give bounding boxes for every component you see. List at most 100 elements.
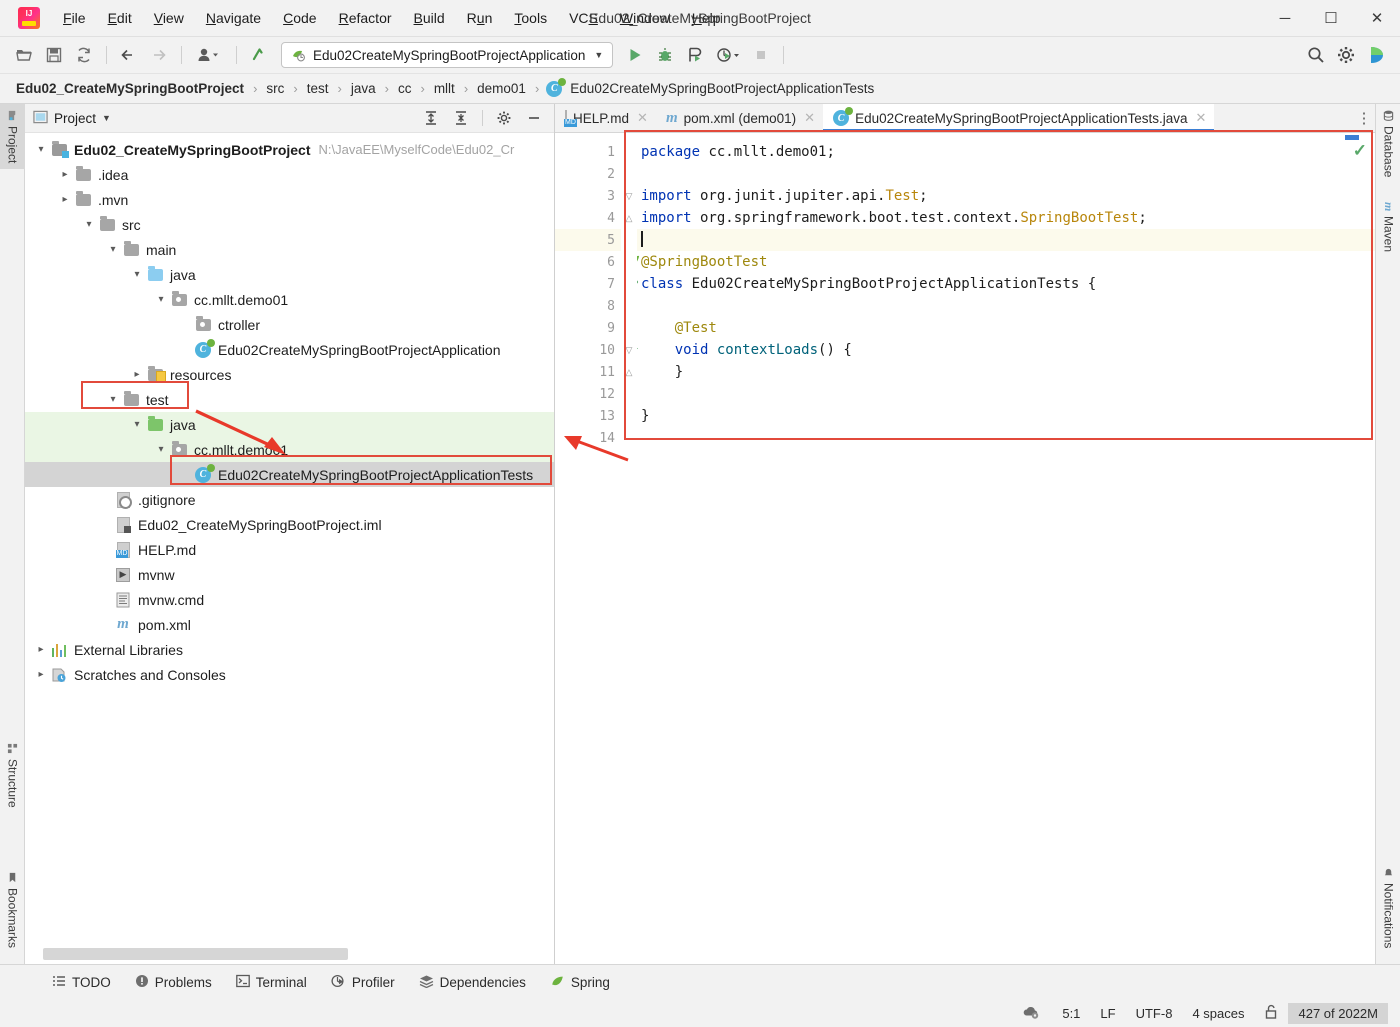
scrollbar-thumb[interactable] xyxy=(43,948,348,960)
bottom-item-problems[interactable]: Problems xyxy=(123,970,224,995)
chevron-down-icon[interactable]: ▾ xyxy=(129,419,145,430)
tree-row-project-root[interactable]: ▾ Edu02_CreateMySpringBootProject N:\Jav… xyxy=(25,137,554,162)
sidebar-item-bookmarks[interactable]: Bookmarks xyxy=(0,866,25,954)
chevron-right-icon[interactable]: ▸ xyxy=(129,369,145,380)
breadcrumb-item-demo01[interactable]: demo01 xyxy=(475,81,528,96)
cloud-settings-icon[interactable] xyxy=(1012,1001,1052,1026)
breadcrumb-item-cc[interactable]: cc xyxy=(396,81,414,96)
close-icon[interactable]: ✕ xyxy=(804,110,815,126)
tree-row-mvn[interactable]: ▸ .mvn xyxy=(25,187,554,212)
chevron-down-icon[interactable]: ▾ xyxy=(105,394,121,405)
project-horizontal-scrollbar[interactable] xyxy=(43,948,426,960)
chevron-down-icon[interactable]: ▾ xyxy=(105,244,121,255)
more-options-icon[interactable]: ⋮ xyxy=(1353,104,1375,132)
menu-vcs[interactable]: VCS xyxy=(558,6,609,30)
tree-row-ctroller[interactable]: ctroller xyxy=(25,312,554,337)
caret-position[interactable]: 5:1 xyxy=(1052,1003,1090,1024)
sidebar-item-structure[interactable]: Structure xyxy=(0,737,25,814)
chevron-right-icon[interactable]: ▸ xyxy=(33,644,49,655)
open-folder-icon[interactable] xyxy=(10,42,38,68)
menu-edit[interactable]: Edit xyxy=(97,6,143,30)
bottom-item-dependencies[interactable]: Dependencies xyxy=(407,970,538,995)
close-icon[interactable]: ✕ xyxy=(1196,110,1207,126)
bottom-item-terminal[interactable]: Terminal xyxy=(224,970,319,995)
fold-marker-imports-end[interactable]: △ xyxy=(621,207,637,229)
menu-refactor[interactable]: Refactor xyxy=(328,6,403,30)
menu-view[interactable]: View xyxy=(143,6,195,30)
ai-assistant-icon[interactable] xyxy=(1362,42,1390,68)
breadcrumb-item-test[interactable]: test xyxy=(305,81,331,96)
profiler-icon[interactable] xyxy=(711,42,745,68)
fold-column[interactable]: ▽ △ ▽ △ xyxy=(621,133,637,964)
chevron-right-icon[interactable]: ▸ xyxy=(57,169,73,180)
tree-row-test-java[interactable]: ▾ java xyxy=(25,412,554,437)
close-button[interactable]: ✕ xyxy=(1354,0,1400,36)
editor-vertical-scrollbar[interactable] xyxy=(1345,135,1359,140)
debug-icon[interactable] xyxy=(651,42,679,68)
menu-navigate[interactable]: Navigate xyxy=(195,6,272,30)
chevron-right-icon[interactable]: ▸ xyxy=(33,669,49,680)
fold-marker-method-end[interactable]: △ xyxy=(621,361,637,383)
bottom-item-spring[interactable]: Spring xyxy=(538,970,622,995)
tab-test-class[interactable]: C Edu02CreateMySpringBootProjectApplicat… xyxy=(823,104,1215,132)
breadcrumb-item-mllt[interactable]: mllt xyxy=(432,81,457,96)
menu-help[interactable]: Help xyxy=(681,6,732,30)
sidebar-item-project[interactable]: Project xyxy=(0,104,25,170)
tree-row-main[interactable]: ▾ main xyxy=(25,237,554,262)
save-icon[interactable] xyxy=(40,42,68,68)
gear-icon[interactable] xyxy=(1332,42,1360,68)
chevron-down-icon[interactable]: ▾ xyxy=(129,269,145,280)
collapse-all-icon[interactable] xyxy=(449,107,473,129)
line-separator[interactable]: LF xyxy=(1090,1003,1125,1024)
fold-marker-imports-start[interactable]: ▽ xyxy=(621,185,637,207)
menu-run[interactable]: Run xyxy=(456,6,504,30)
indent-setting[interactable]: 4 spaces xyxy=(1182,1003,1254,1024)
chevron-down-icon[interactable]: ▾ xyxy=(81,219,97,230)
sidebar-item-notifications[interactable]: Notifications xyxy=(1376,861,1400,954)
tree-row-main-java[interactable]: ▾ java xyxy=(25,262,554,287)
sync-icon[interactable] xyxy=(70,42,98,68)
menu-tools[interactable]: Tools xyxy=(503,6,558,30)
sidebar-item-database[interactable]: Database xyxy=(1376,104,1400,183)
updates-icon[interactable] xyxy=(245,42,273,68)
breadcrumb-item-src[interactable]: src xyxy=(264,81,286,96)
inspection-widget[interactable]: ✓ xyxy=(1353,141,1367,161)
run-icon[interactable] xyxy=(621,42,649,68)
run-with-coverage-icon[interactable] xyxy=(681,42,709,68)
run-configuration-selector[interactable]: Edu02CreateMySpringBootProjectApplicatio… xyxy=(281,42,614,68)
bottom-item-todo[interactable]: TODO xyxy=(40,970,123,995)
tree-row-mvnw-cmd[interactable]: mvnw.cmd xyxy=(25,587,554,612)
sidebar-item-maven[interactable]: m Maven xyxy=(1376,196,1400,258)
tree-row-src[interactable]: ▾ src xyxy=(25,212,554,237)
tree-row-test-package[interactable]: ▾ cc.mllt.demo01 xyxy=(25,437,554,462)
tree-row-mvnw[interactable]: ▶ mvnw xyxy=(25,562,554,587)
tree-row-application-class[interactable]: C Edu02CreateMySpringBootProjectApplicat… xyxy=(25,337,554,362)
maximize-button[interactable]: ☐ xyxy=(1308,0,1354,36)
editor-gutter[interactable]: 1 2 3 4 5 6 7 8 9 10 11 12 13 14 xyxy=(555,133,639,964)
menu-file[interactable]: File xyxy=(52,6,97,30)
chevron-down-icon[interactable]: ▾ xyxy=(153,294,169,305)
tree-row-pom-xml[interactable]: m pom.xml xyxy=(25,612,554,637)
chevron-down-icon[interactable]: ▾ xyxy=(33,144,49,155)
chevron-down-icon[interactable]: ▼ xyxy=(102,113,111,123)
hide-panel-icon[interactable] xyxy=(522,107,546,129)
chevron-right-icon[interactable]: ▸ xyxy=(57,194,73,205)
back-arrow-icon[interactable] xyxy=(115,42,143,68)
stop-icon[interactable] xyxy=(747,42,775,68)
forward-arrow-icon[interactable] xyxy=(145,42,173,68)
tree-row-external-libraries[interactable]: ▸ External Libraries xyxy=(25,637,554,662)
chevron-down-icon[interactable]: ▼ xyxy=(594,50,603,60)
unlocked-icon[interactable] xyxy=(1254,1001,1288,1026)
expand-all-icon[interactable] xyxy=(419,107,443,129)
menu-build[interactable]: Build xyxy=(403,6,456,30)
user-profile-icon[interactable] xyxy=(190,42,228,68)
code-text-area[interactable]: package cc.mllt.demo01; import org.junit… xyxy=(637,133,1375,964)
bottom-item-profiler[interactable]: Profiler xyxy=(319,970,407,995)
tree-row-test-class[interactable]: C Edu02CreateMySpringBootProjectApplicat… xyxy=(25,462,554,487)
tree-row-resources[interactable]: ▸ resources xyxy=(25,362,554,387)
fold-marker-method-start[interactable]: ▽ xyxy=(621,339,637,361)
file-encoding[interactable]: UTF-8 xyxy=(1126,1003,1183,1024)
close-icon[interactable]: ✕ xyxy=(637,110,648,126)
tree-row-idea[interactable]: ▸ .idea xyxy=(25,162,554,187)
tab-pom-xml[interactable]: m pom.xml (demo01) ✕ xyxy=(656,104,823,132)
